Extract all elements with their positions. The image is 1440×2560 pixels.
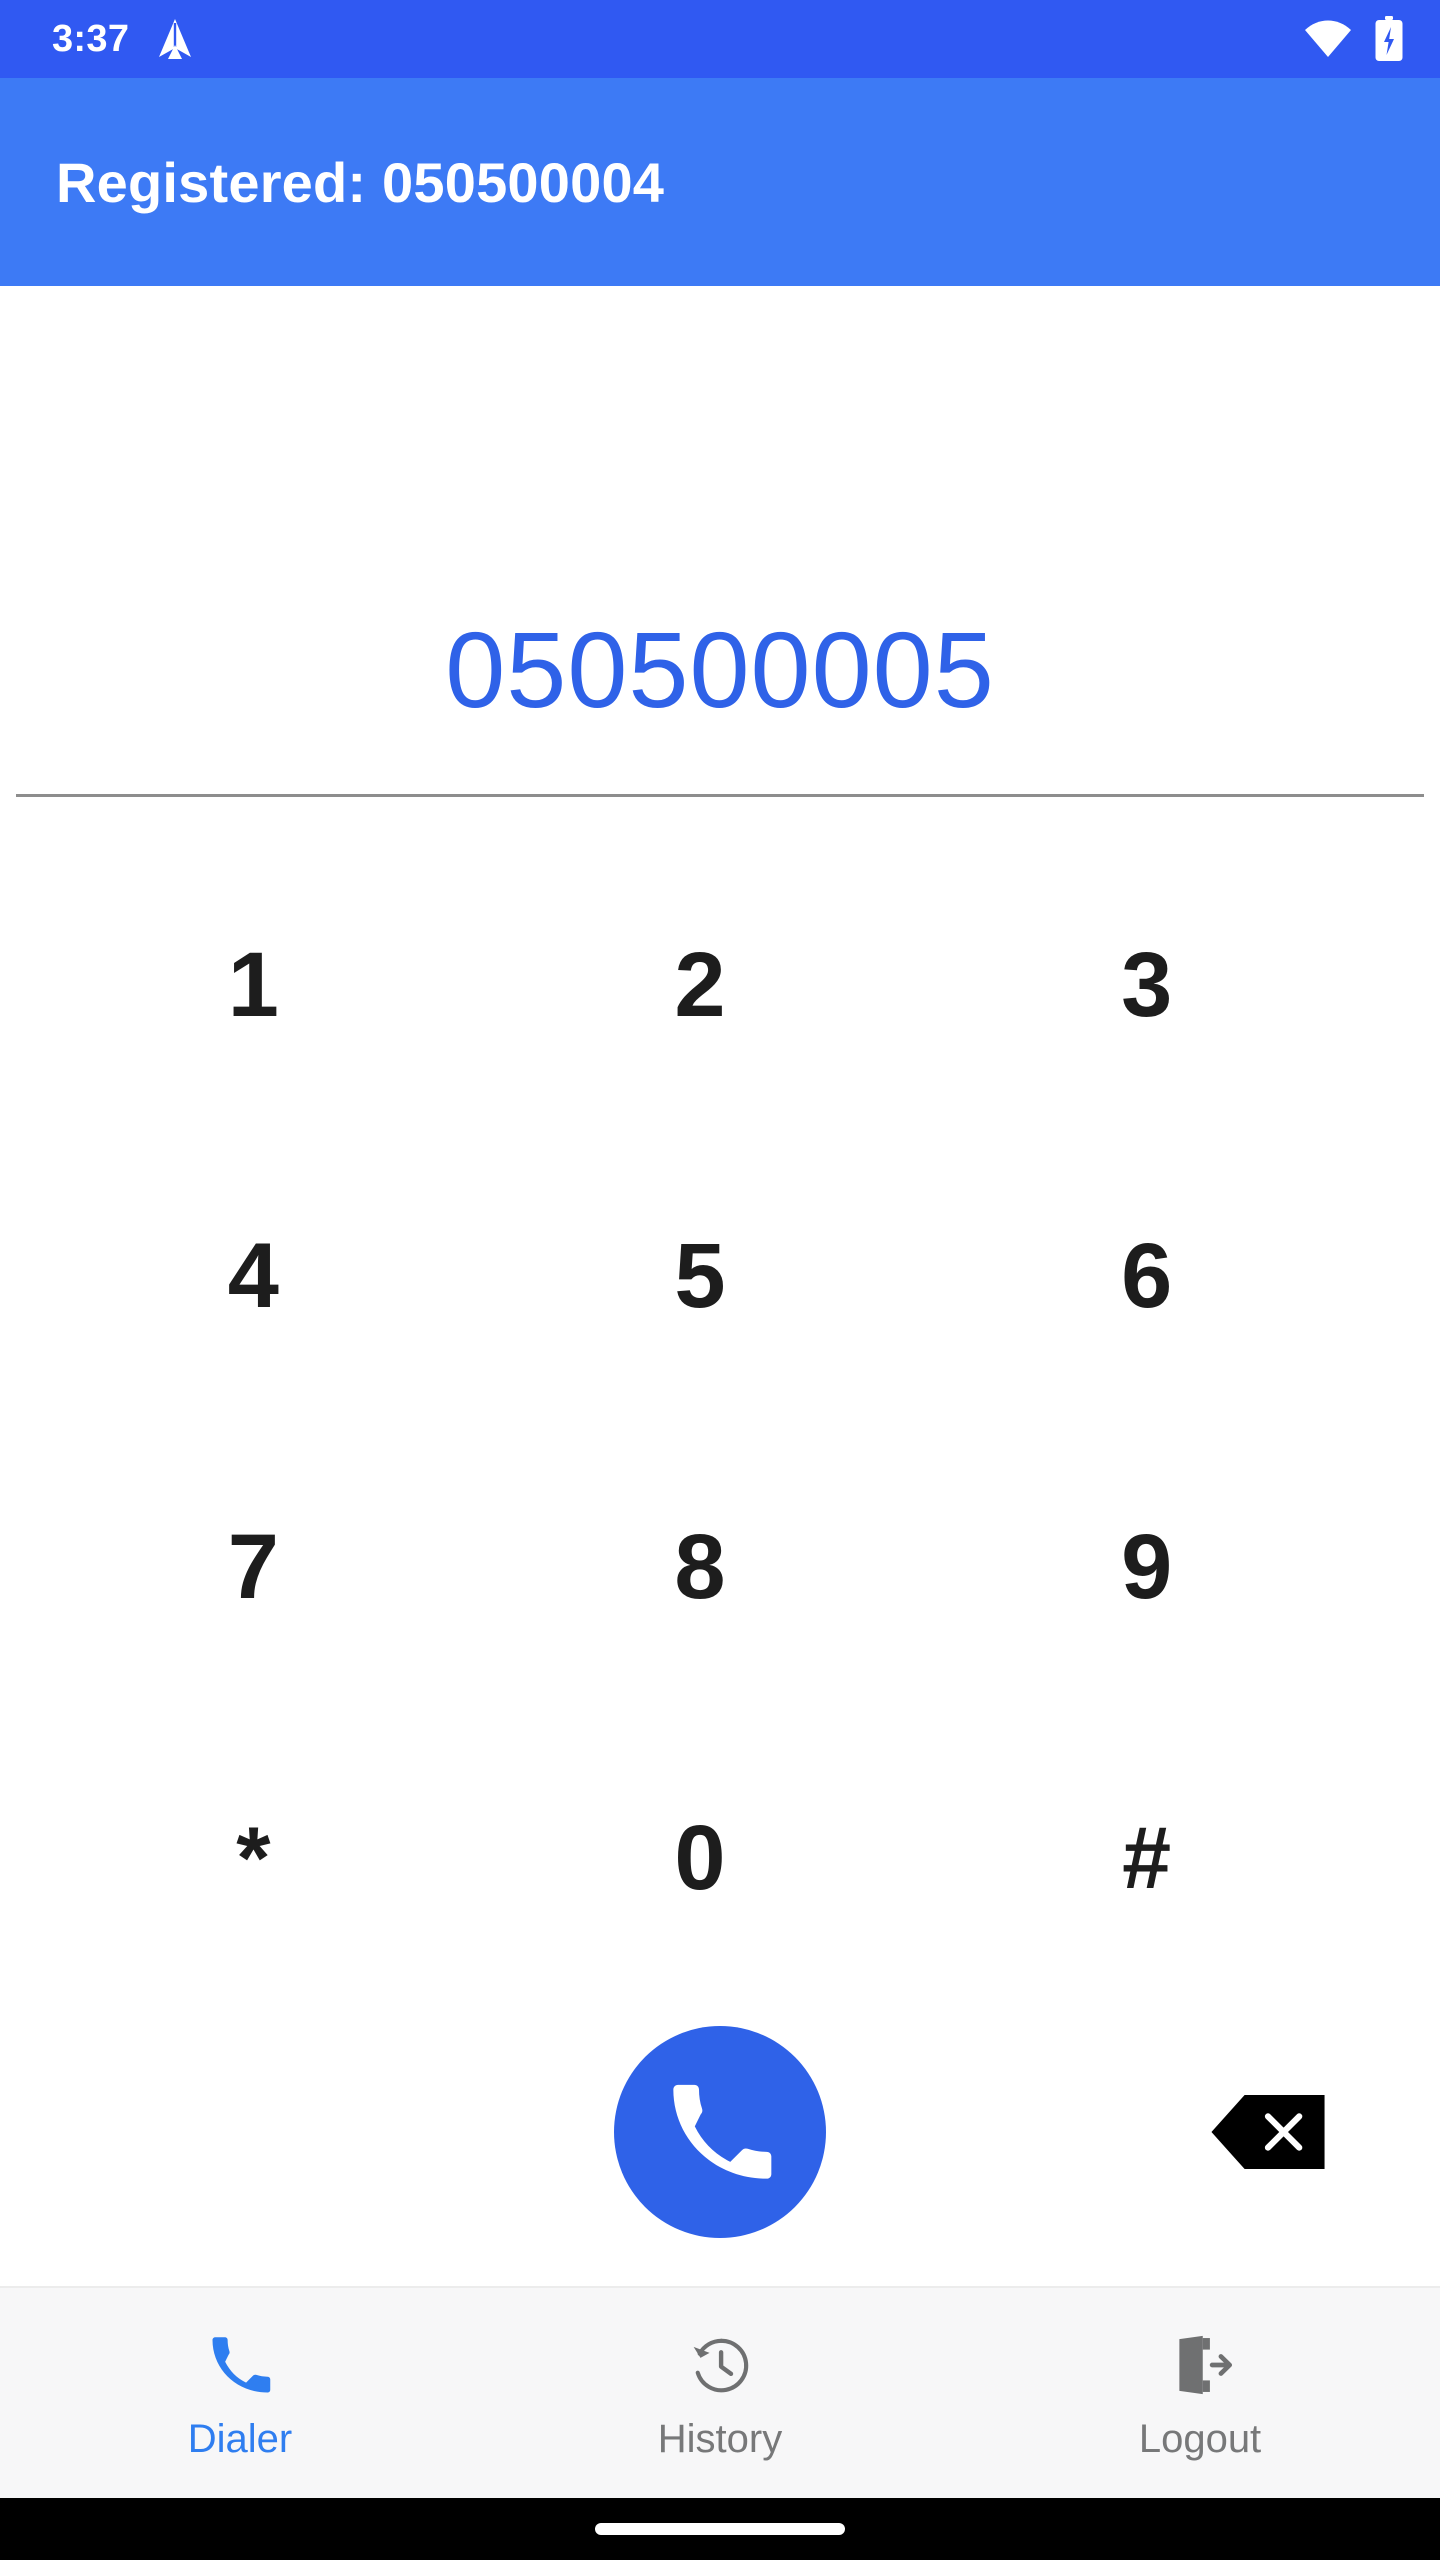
phone-icon	[207, 2327, 273, 2403]
navigation-arrow-icon	[155, 17, 195, 61]
key-label: #	[1122, 1807, 1172, 1907]
key-7[interactable]: 7	[30, 1421, 477, 1712]
bottom-navigation: Dialer History Logout	[0, 2286, 1440, 2498]
backspace-icon	[1209, 2093, 1327, 2171]
key-2[interactable]: 2	[477, 839, 924, 1130]
key-label: 1	[227, 933, 279, 1036]
key-label: 4	[227, 1224, 279, 1327]
registration-status-title: Registered: 050500004	[56, 150, 665, 214]
app-bar: Registered: 050500004	[0, 78, 1440, 286]
key-star[interactable]: *	[30, 1712, 477, 2003]
key-3[interactable]: 3	[923, 839, 1370, 1130]
dialer-screen: 3:37 Registered: 050500004 050500005 1 2…	[0, 0, 1440, 2560]
nav-item-logout[interactable]: Logout	[960, 2288, 1440, 2498]
home-indicator[interactable]	[595, 2523, 845, 2535]
key-label: 2	[674, 933, 726, 1036]
dialer-action-row	[0, 2007, 1440, 2257]
call-button[interactable]	[614, 2026, 826, 2238]
system-gesture-bar	[0, 2498, 1440, 2560]
wifi-icon	[1304, 20, 1352, 58]
key-8[interactable]: 8	[477, 1421, 924, 1712]
key-9[interactable]: 9	[923, 1421, 1370, 1712]
dialer-content: 050500005 1 2 3 4 5 6 7 8 9 * 0 #	[0, 286, 1440, 2286]
phone-icon	[664, 2076, 776, 2188]
dialpad-grid: 1 2 3 4 5 6 7 8 9 * 0 #	[0, 839, 1440, 2003]
key-hash[interactable]: #	[923, 1712, 1370, 2003]
status-bar-right	[1304, 16, 1404, 62]
nav-item-dialer[interactable]: Dialer	[0, 2288, 480, 2498]
key-0[interactable]: 0	[477, 1712, 924, 2003]
key-label: 8	[674, 1515, 726, 1618]
key-label: 7	[227, 1515, 279, 1618]
status-bar-left: 3:37	[52, 17, 195, 61]
key-label: 6	[1121, 1224, 1173, 1327]
nav-label-history: History	[657, 2417, 783, 2461]
nav-item-history[interactable]: History	[480, 2288, 960, 2498]
key-label: 3	[1121, 933, 1173, 1036]
nav-label-logout: Logout	[1138, 2417, 1262, 2461]
history-clock-icon	[687, 2327, 753, 2403]
status-bar: 3:37	[0, 0, 1440, 78]
logout-door-icon	[1167, 2327, 1233, 2403]
nav-label-dialer: Dialer	[187, 2417, 293, 2461]
dialed-number-display[interactable]: 050500005	[0, 616, 1440, 736]
key-1[interactable]: 1	[30, 839, 477, 1130]
number-input-divider	[16, 794, 1424, 797]
key-label: *	[236, 1807, 271, 1907]
battery-charging-icon	[1374, 16, 1404, 62]
key-label: 9	[1121, 1515, 1173, 1618]
key-label: 5	[674, 1224, 726, 1327]
number-input-zone: 050500005	[0, 286, 1440, 797]
key-label: 0	[674, 1806, 726, 1909]
key-5[interactable]: 5	[477, 1130, 924, 1421]
key-6[interactable]: 6	[923, 1130, 1370, 1421]
status-bar-clock: 3:37	[52, 18, 130, 60]
backspace-button[interactable]	[1206, 2090, 1330, 2174]
key-4[interactable]: 4	[30, 1130, 477, 1421]
